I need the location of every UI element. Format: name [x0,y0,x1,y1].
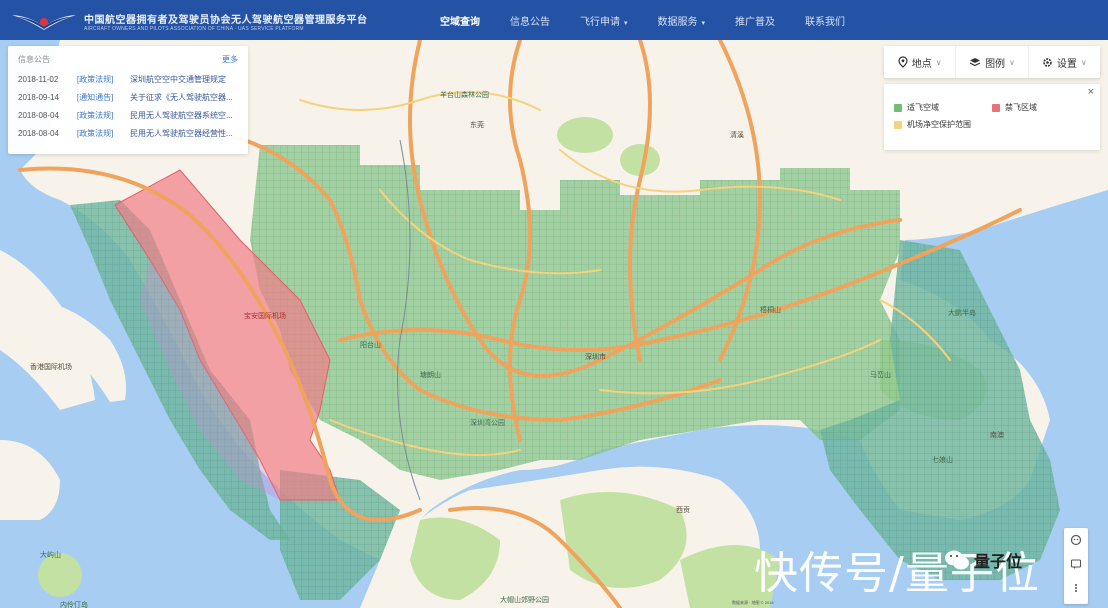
legend-swatch [894,120,902,129]
notice-date: 2018-08-04 [18,111,59,120]
notice-item[interactable]: 2018-08-04 [政策法规] 民用无人驾驶航空器系统空... [18,107,238,125]
more-link[interactable]: 更多 [222,54,238,65]
nav-label: 飞行申请 [580,16,620,28]
customer-service-button[interactable] [1064,528,1088,552]
app-root: 中国航空器拥有者及驾驶员协会无人驾驶航空器管理服务平台 AIRCRAFT OWN… [0,0,1108,608]
feedback-icon [1070,559,1082,569]
gear-icon [1043,57,1052,67]
legend-label: 适飞空域 [907,103,939,112]
legend-item-allowed: 适飞空域 [894,102,939,113]
chevron-down-icon: ∨ [935,57,942,67]
notice-date: 2018-09-14 [18,93,59,102]
close-icon[interactable]: × [1088,86,1094,98]
notice-heading: 信息公告 [18,55,50,64]
notice-tag: [通知通告] [76,93,114,102]
customer-service-icon [1070,534,1082,546]
notice-item[interactable]: 2018-11-02 [政策法规] 深圳航空空中交通管理规定 [18,71,238,89]
notice-tag: [政策法规] [76,111,114,120]
layers-icon [969,58,981,67]
more-icon [1075,584,1077,592]
legend-dropdown[interactable]: 图例 ∨ [956,46,1029,78]
chevron-down-icon: ∨ [1009,57,1015,67]
notice-tag: [政策法规] [76,129,114,138]
notice-date: 2018-08-04 [18,129,59,138]
nav-data-services[interactable]: 数据服务 ▾ [658,13,706,28]
notice-date: 2018-11-02 [18,75,59,84]
nav-label: 数据服务 [657,16,698,28]
more-button[interactable] [1064,576,1088,600]
nav-label: 信息公告 [510,16,550,28]
notice-panel: 信息公告 更多 2018-11-02 [政策法规] 深圳航空空中交通管理规定 2… [8,46,248,154]
nav-flight-application[interactable]: 飞行申请 ▾ [580,13,628,28]
legend-item-no-fly: 禁飞区域 [992,102,1037,113]
legend-swatch [992,103,1000,112]
location-dropdown[interactable]: 地点 ∨ [884,46,957,78]
notice-title[interactable]: 民用无人驾驶航空器经营性... [130,125,238,143]
legend-item-airport-clearance: 机场净空保护范围 [894,119,971,130]
legend-swatch [894,103,902,112]
site-title: 中国航空器拥有者及驾驶员协会无人驾驶航空器管理服务平台 [84,15,368,26]
site-subtitle: AIRCRAFT OWNERS AND PILOTS ASSOCIATION O… [84,26,304,32]
wechat-watermark: 量子位 [944,548,1022,572]
park-area [38,553,82,597]
settings-label: 设置 [1056,58,1077,70]
wechat-icon [945,550,970,570]
notice-item[interactable]: 2018-09-14 [通知通告] 关于征求《无人驾驶航空器... [18,89,238,107]
legend-panel: × 适飞空域 禁飞区域 机场净空保护范围 [884,84,1100,150]
nav-label: 空域查询 [440,16,480,28]
map-pin-icon [898,56,908,68]
wings-logo-icon[interactable] [10,10,78,32]
notice-tag: [政策法规] [76,75,114,84]
chevron-down-icon: ∨ [1080,57,1087,67]
nav-promotion[interactable]: 推广普及 [735,13,775,28]
nav-label: 联系我们 [805,16,846,28]
location-label: 地点 [911,58,932,70]
caret-down-icon: ▾ [624,19,628,27]
nav-label: 推广普及 [735,16,776,28]
floating-tools [1064,528,1088,604]
settings-dropdown[interactable]: 设置 ∨ [1029,46,1100,78]
park-area [620,144,660,176]
wechat-label: 量子位 [974,554,1023,571]
notice-title[interactable]: 关于征求《无人驾驶航空器... [130,89,238,107]
notice-title[interactable]: 深圳航空空中交通管理规定 [130,71,238,89]
feedback-button[interactable] [1064,552,1088,576]
main-nav: 空域查询 信息公告 飞行申请 ▾ 数据服务 ▾ 推广普及 联系我们 [440,0,875,40]
notice-item[interactable]: 2018-08-04 [政策法规] 民用无人驾驶航空器经营性... [18,125,238,143]
notice-title[interactable]: 民用无人驾驶航空器系统空... [130,107,238,125]
legend-label: 机场净空保护范围 [907,120,971,129]
park-area [560,492,687,588]
park-area [557,117,613,153]
map-toolbar: 地点 ∨ 图例 ∨ 设置 ∨ [884,46,1100,78]
legend-label: 图例 [985,58,1006,70]
nav-announcements[interactable]: 信息公告 [510,13,550,28]
nav-airspace-query[interactable]: 空域查询 [440,13,480,28]
nav-contact[interactable]: 联系我们 [805,13,845,28]
top-header: 中国航空器拥有者及驾驶员协会无人驾驶航空器管理服务平台 AIRCRAFT OWN… [0,0,1108,40]
legend-label: 禁飞区域 [1005,103,1037,112]
caret-down-icon: ▾ [701,19,706,27]
